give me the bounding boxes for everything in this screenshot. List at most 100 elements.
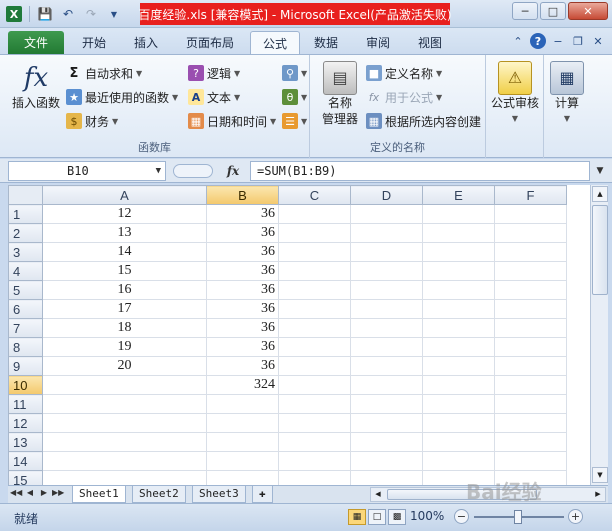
cell-d13[interactable] <box>350 432 423 452</box>
datetime-button[interactable]: ▦ 日期和时间 ▼ <box>188 111 276 131</box>
cell-e10[interactable] <box>422 375 495 395</box>
cell-d7[interactable] <box>350 318 423 338</box>
insert-sheet-icon[interactable]: ✚ <box>252 486 273 503</box>
cell-c7[interactable] <box>278 318 351 338</box>
autosum-button[interactable]: Σ 自动求和 ▼ <box>66 63 143 83</box>
cell-e8[interactable] <box>422 337 495 357</box>
create-from-selection-button[interactable]: ▦ 根据所选内容创建 <box>366 111 481 131</box>
row-header[interactable]: 11 <box>8 394 43 414</box>
vertical-scroll-thumb[interactable] <box>592 205 608 295</box>
doc-restore-icon[interactable]: ❐ <box>570 33 586 49</box>
tab-view[interactable]: 视图 <box>406 31 454 54</box>
cell-e12[interactable] <box>422 413 495 433</box>
cell-a7[interactable]: 18 <box>42 318 207 338</box>
cell-c2[interactable] <box>278 223 351 243</box>
sheet-tab-3[interactable]: Sheet3 <box>192 486 246 503</box>
cell-e9[interactable] <box>422 356 495 376</box>
cell-e5[interactable] <box>422 280 495 300</box>
cell-e3[interactable] <box>422 242 495 262</box>
more-functions-button[interactable]: ☰ ▼ <box>282 111 307 131</box>
row-header[interactable]: 6 <box>8 299 43 319</box>
select-all-corner[interactable] <box>8 185 43 205</box>
logic-button[interactable]: ? 逻辑 ▼ <box>188 63 240 83</box>
column-header-b[interactable]: B <box>206 185 279 205</box>
cell-d5[interactable] <box>350 280 423 300</box>
cell-a1[interactable]: 12 <box>42 204 207 224</box>
zoom-level[interactable]: 100% <box>410 509 444 523</box>
sheet-tab-2[interactable]: Sheet2 <box>132 486 186 503</box>
next-sheet-icon[interactable]: ▶ <box>38 488 50 497</box>
row-header[interactable]: 7 <box>8 318 43 338</box>
cell-d10[interactable] <box>350 375 423 395</box>
cell-e13[interactable] <box>422 432 495 452</box>
customize-qat-icon[interactable]: ▼ <box>104 4 124 24</box>
cell-b9[interactable]: 36 <box>206 356 279 376</box>
prev-sheet-icon[interactable]: ◀ <box>24 488 36 497</box>
cell-c14[interactable] <box>278 451 351 471</box>
column-header-c[interactable]: C <box>278 185 351 205</box>
excel-logo-icon[interactable]: X <box>4 4 24 24</box>
cell-c15[interactable] <box>278 470 351 485</box>
minimize-button[interactable]: ─ <box>512 2 538 20</box>
calculation-button[interactable]: ▦ 计算 ▼ <box>548 61 586 127</box>
column-header-d[interactable]: D <box>350 185 423 205</box>
cell-a11[interactable] <box>42 394 207 414</box>
cell-d2[interactable] <box>350 223 423 243</box>
save-icon[interactable]: 💾 <box>35 4 55 24</box>
cell-b11[interactable] <box>206 394 279 414</box>
sheet-tab-1[interactable]: Sheet1 <box>72 486 126 503</box>
cell-e1[interactable] <box>422 204 495 224</box>
cell-c5[interactable] <box>278 280 351 300</box>
cell-a6[interactable]: 17 <box>42 299 207 319</box>
cell-d1[interactable] <box>350 204 423 224</box>
formula-auditing-button[interactable]: ⚠ 公式审核 ▼ <box>488 61 542 127</box>
cell-b6[interactable]: 36 <box>206 299 279 319</box>
cell-f3[interactable] <box>494 242 567 262</box>
finance-button[interactable]: $ 财务 ▼ <box>66 111 118 131</box>
cell-d9[interactable] <box>350 356 423 376</box>
scroll-down-icon[interactable]: ▼ <box>592 467 608 483</box>
cell-a13[interactable] <box>42 432 207 452</box>
cell-a14[interactable] <box>42 451 207 471</box>
cell-b1[interactable]: 36 <box>206 204 279 224</box>
cell-c11[interactable] <box>278 394 351 414</box>
cell-e4[interactable] <box>422 261 495 281</box>
cell-d6[interactable] <box>350 299 423 319</box>
cell-d15[interactable] <box>350 470 423 485</box>
redo-icon[interactable]: ↷ <box>81 4 101 24</box>
row-header[interactable]: 10 <box>8 375 43 395</box>
cell-a2[interactable]: 13 <box>42 223 207 243</box>
cell-c6[interactable] <box>278 299 351 319</box>
cell-e15[interactable] <box>422 470 495 485</box>
row-header[interactable]: 14 <box>8 451 43 471</box>
minimize-ribbon-icon[interactable]: ⌃ <box>510 33 526 49</box>
column-header-e[interactable]: E <box>422 185 495 205</box>
worksheet-grid[interactable]: A B C D E F 1 12 36 2 13 36 3 14 36 4 15 36 5 16 36 6 17… <box>8 185 590 485</box>
row-header[interactable]: 4 <box>8 261 43 281</box>
cell-f12[interactable] <box>494 413 567 433</box>
define-name-button[interactable]: ■ 定义名称 ▼ <box>366 63 442 83</box>
maximize-button[interactable]: □ <box>540 2 566 20</box>
tab-page-layout[interactable]: 页面布局 <box>174 31 246 54</box>
zoom-slider-thumb[interactable] <box>514 510 522 524</box>
cell-c12[interactable] <box>278 413 351 433</box>
cell-b5[interactable]: 36 <box>206 280 279 300</box>
close-button[interactable]: ✕ <box>568 2 608 20</box>
vertical-scrollbar[interactable]: ▲ ▼ <box>590 185 608 485</box>
tab-review[interactable]: 审阅 <box>354 31 402 54</box>
recent-functions-button[interactable]: ★ 最近使用的函数 ▼ <box>66 87 178 107</box>
use-in-formula-button[interactable]: fx 用于公式 ▼ <box>366 87 442 107</box>
cell-e7[interactable] <box>422 318 495 338</box>
name-manager-button[interactable]: ▤ 名称 管理器 <box>318 61 362 127</box>
cell-a9[interactable]: 20 <box>42 356 207 376</box>
cell-a8[interactable]: 19 <box>42 337 207 357</box>
row-header[interactable]: 5 <box>8 280 43 300</box>
first-sheet-icon[interactable]: ◀◀ <box>10 488 22 497</box>
cell-e11[interactable] <box>422 394 495 414</box>
cell-a10[interactable] <box>42 375 207 395</box>
horizontal-scroll-thumb[interactable] <box>387 489 537 500</box>
cell-e6[interactable] <box>422 299 495 319</box>
cell-b10[interactable]: 324 <box>206 375 279 395</box>
column-header-a[interactable]: A <box>42 185 207 205</box>
cell-a3[interactable]: 14 <box>42 242 207 262</box>
